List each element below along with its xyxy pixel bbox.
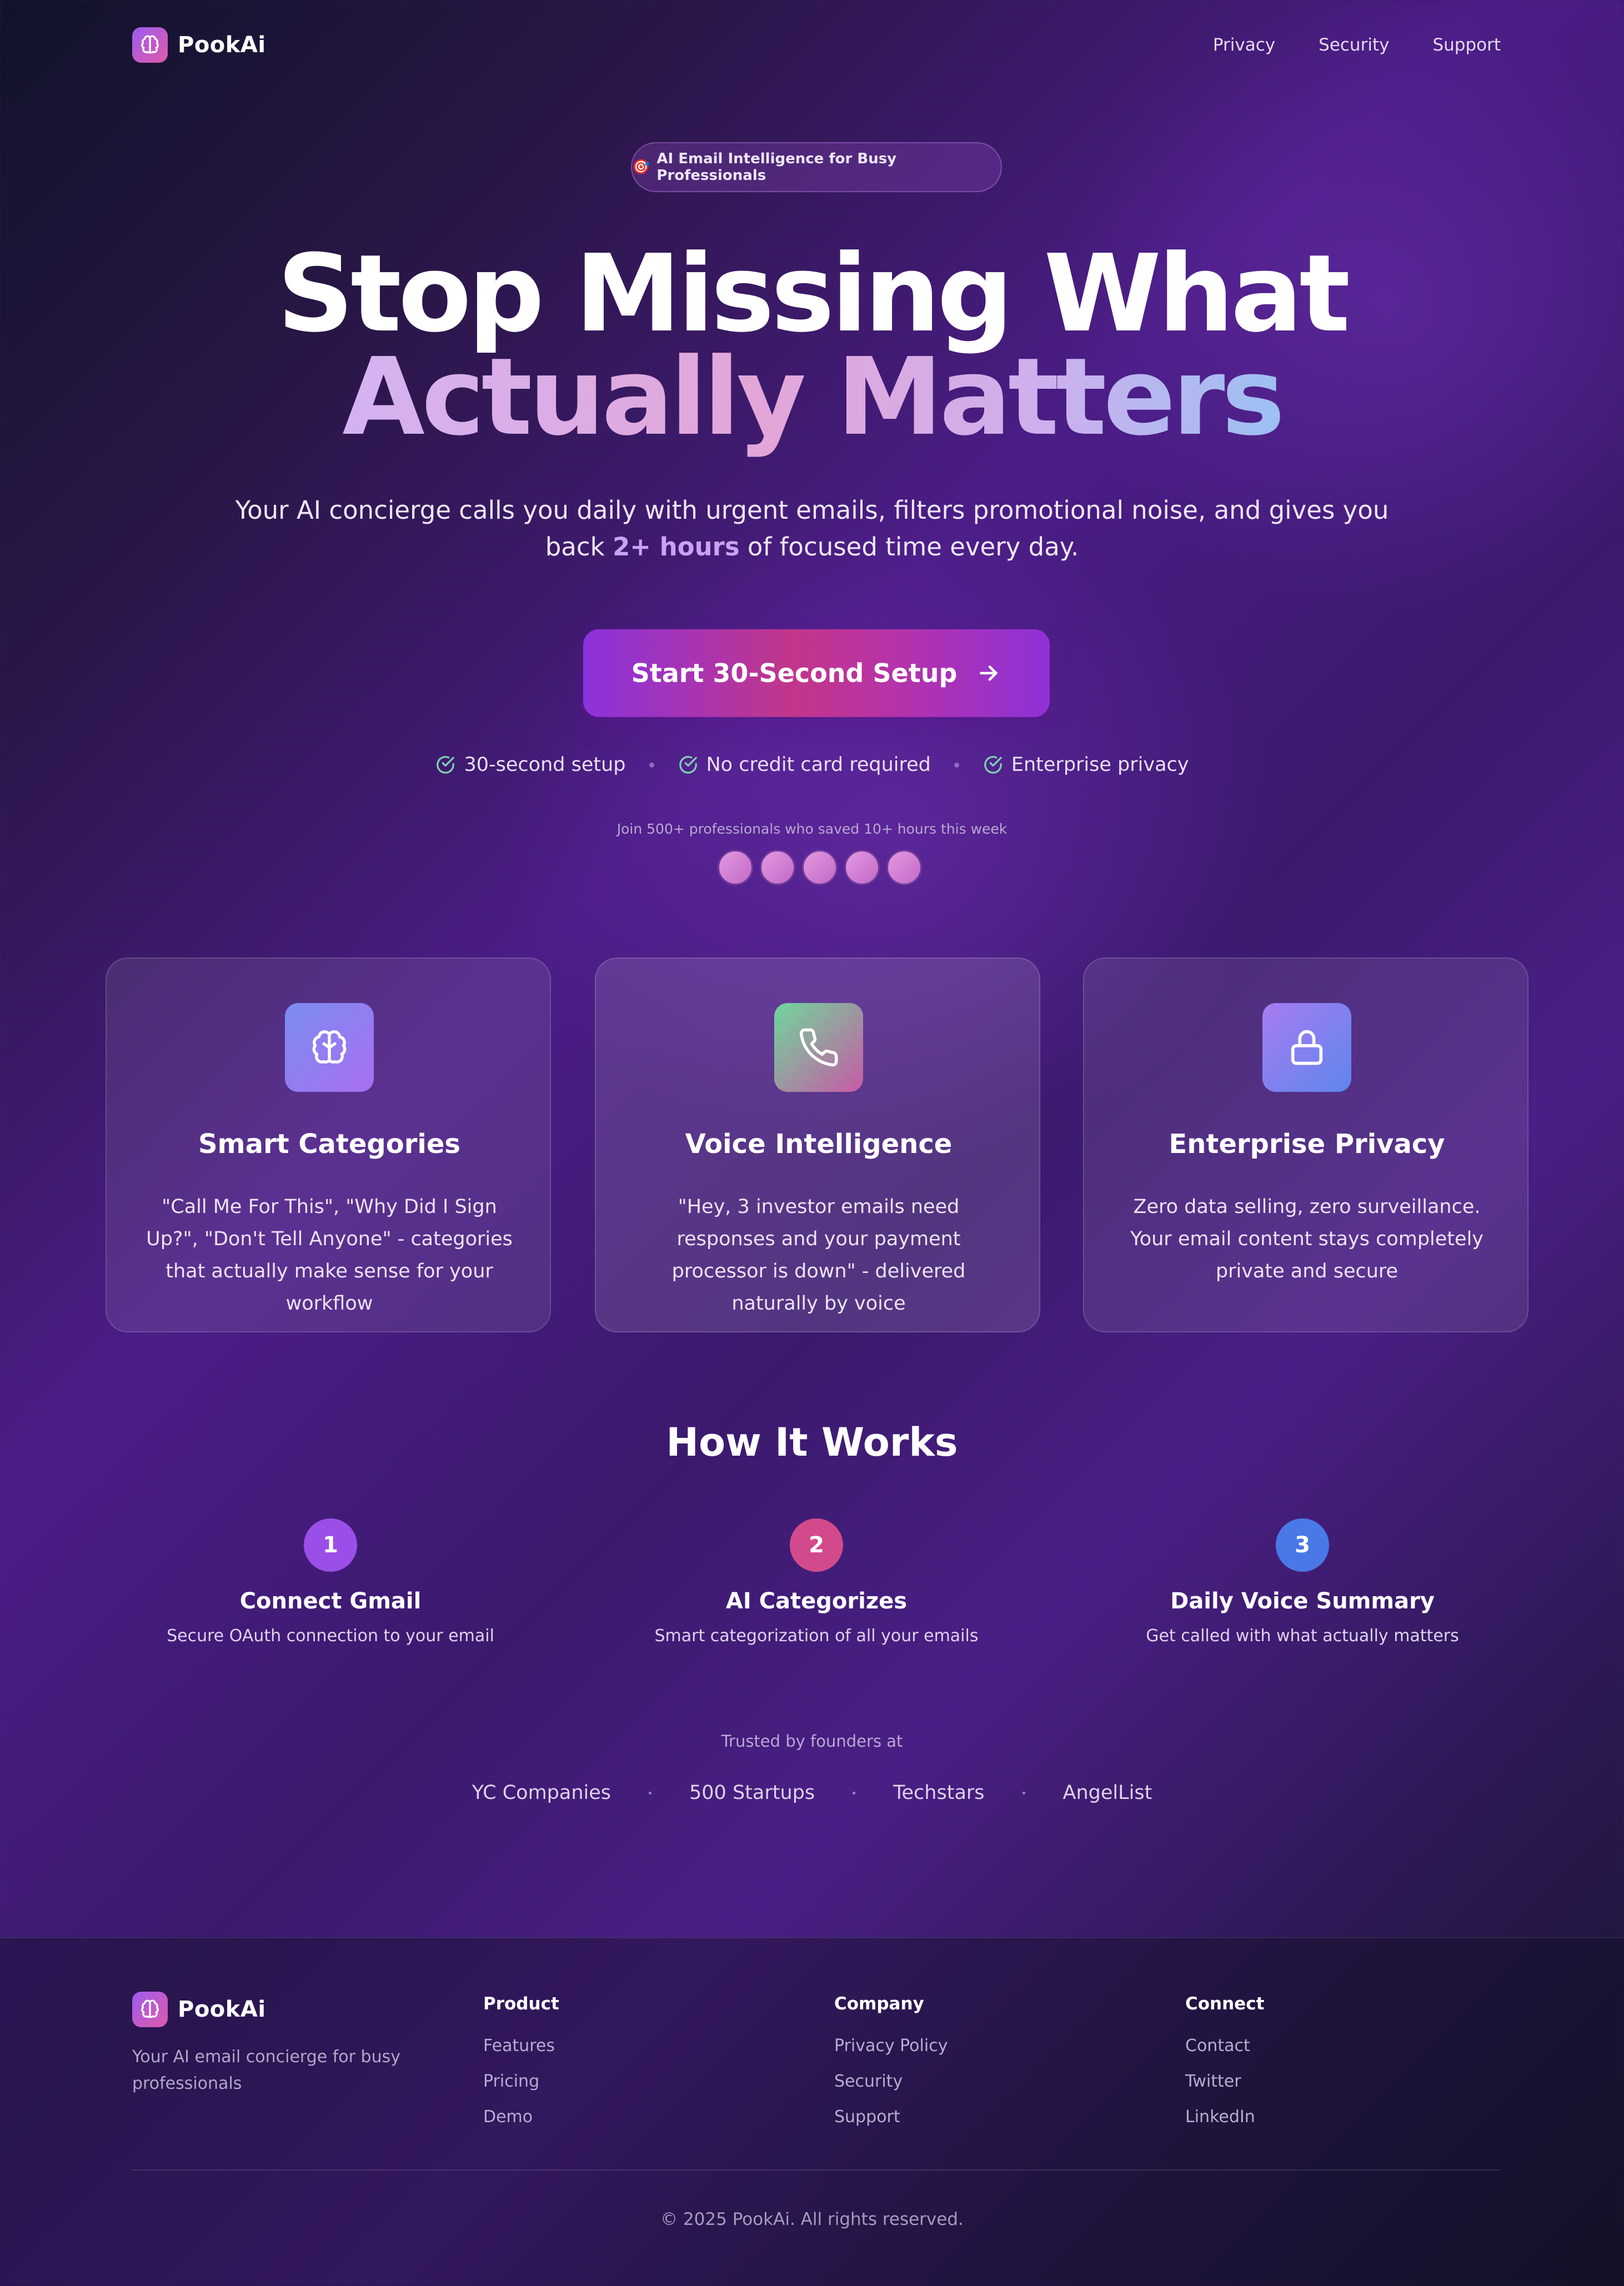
nav-links: Privacy Security Support	[1213, 35, 1501, 55]
avatar-stack	[718, 850, 922, 885]
footer-link-linkedin[interactable]: LinkedIn	[1185, 2099, 1264, 2135]
card-description: "Call Me For This", "Why Did I Sign Up?"…	[146, 1196, 513, 1315]
check-label: No credit card required	[706, 754, 931, 776]
feature-card-voice-intelligence: Voice Intelligence "Hey, 3 investor emai…	[595, 957, 1040, 1332]
lock-icon	[1262, 1003, 1351, 1092]
nav-link-security[interactable]: Security	[1319, 35, 1389, 55]
step-title: AI Categorizes	[725, 1588, 908, 1614]
copyright: © 2025 PookAi. All rights reserved.	[660, 2209, 964, 2229]
footer-link-features[interactable]: Features	[483, 2028, 559, 2064]
step-daily-voice-summary: 3 Daily Voice Summary Get called with wh…	[1080, 1518, 1525, 1646]
check-item: 30-second setup	[435, 754, 626, 776]
footer-link-demo[interactable]: Demo	[483, 2099, 559, 2135]
separator-dot	[954, 762, 959, 768]
step-ai-categorizes: 2 AI Categorizes Smart categorization of…	[594, 1518, 1039, 1646]
check-item: No credit card required	[678, 754, 931, 776]
footer-column-company: Company Privacy Policy Security Support	[834, 1994, 948, 2135]
check-circle-icon	[437, 756, 455, 774]
social-proof-text: Join 500+ professionals who saved 10+ ho…	[616, 821, 1008, 837]
step-title: Daily Voice Summary	[1170, 1588, 1435, 1614]
avatar	[844, 850, 880, 885]
hero-subtitle: Your AI concierge calls you daily with u…	[222, 492, 1402, 565]
avatar	[760, 850, 795, 885]
feature-card-enterprise-privacy: Enterprise Privacy Zero data selling, ze…	[1083, 957, 1528, 1332]
trusted-label: Trusted by founders at	[721, 1732, 903, 1751]
step-title: Connect Gmail	[239, 1588, 422, 1614]
hero-checks: 30-second setup No credit card required …	[0, 754, 1624, 776]
company-name: 500 Startups	[689, 1782, 815, 1804]
step-description: Secure OAuth connection to your email	[167, 1626, 494, 1646]
cta-label: Start 30-Second Setup	[631, 658, 958, 688]
start-setup-button[interactable]: Start 30-Second Setup	[583, 629, 1050, 717]
step-number: 3	[1276, 1518, 1329, 1572]
brand[interactable]: PookAi	[132, 27, 266, 63]
avatar	[802, 850, 838, 885]
footer-link-contact[interactable]: Contact	[1185, 2028, 1264, 2064]
footer-column-connect: Connect Contact Twitter LinkedIn	[1185, 1994, 1264, 2135]
step-description: Smart categorization of all your emails	[654, 1626, 979, 1646]
feature-card-smart-categories: Smart Categories "Call Me For This", "Wh…	[106, 957, 551, 1332]
footer-link-support[interactable]: Support	[834, 2099, 948, 2135]
footer-brand-name: PookAi	[178, 1997, 266, 2022]
check-item: Enterprise privacy	[983, 754, 1189, 776]
step-number: 1	[304, 1518, 357, 1572]
arrow-right-icon	[980, 665, 998, 681]
avatar	[718, 850, 753, 885]
separator-dot	[649, 1791, 652, 1794]
card-title: Enterprise Privacy	[1169, 1129, 1445, 1160]
footer: PookAi Your AI email concierge for busy …	[0, 1937, 1624, 2286]
brain-icon	[285, 1003, 374, 1092]
company-name: AngelList	[1062, 1782, 1152, 1804]
company-name: Techstars	[893, 1782, 985, 1804]
card-title: Voice Intelligence	[685, 1129, 953, 1160]
trusted-logos: YC Companies 500 Startups Techstars Ange…	[0, 1782, 1624, 1804]
subtitle-highlight: 2+ hours	[612, 532, 740, 562]
nav-link-support[interactable]: Support	[1432, 35, 1501, 55]
phone-icon	[774, 1003, 863, 1092]
separator-dot	[1022, 1791, 1025, 1794]
card-description: Zero data selling, zero surveillance. Yo…	[1130, 1196, 1483, 1282]
step-description: Get called with what actually matters	[1146, 1626, 1459, 1646]
brain-icon	[132, 1992, 168, 2027]
footer-heading: Connect	[1185, 1994, 1265, 2014]
avatar	[886, 850, 922, 885]
target-icon: 🎯	[632, 159, 650, 176]
footer-link-security[interactable]: Security	[834, 2064, 948, 2099]
hero-badge-text: AI Email Intelligence for Busy Professio…	[656, 151, 897, 184]
hero-title-gradient: Actually Matters	[342, 335, 1285, 459]
how-it-works-title: How It Works	[666, 1420, 958, 1465]
card-description: "Hey, 3 investor emails need responses a…	[671, 1196, 966, 1315]
separator-dot	[853, 1791, 856, 1794]
check-circle-icon	[984, 756, 1002, 774]
hero-badge: 🎯 AI Email Intelligence for Busy Profess…	[631, 142, 1002, 192]
footer-divider	[132, 2169, 1501, 2170]
footer-brand[interactable]: PookAi	[132, 1992, 266, 2027]
nav-link-privacy[interactable]: Privacy	[1213, 35, 1275, 55]
footer-link-pricing[interactable]: Pricing	[483, 2064, 559, 2099]
brand-name: PookAi	[178, 32, 266, 58]
subtitle-text-end: of focused time every day.	[739, 532, 1079, 562]
card-title: Smart Categories	[198, 1129, 460, 1160]
step-number: 2	[790, 1518, 843, 1572]
footer-link-privacy-policy[interactable]: Privacy Policy	[834, 2028, 948, 2064]
footer-tagline: Your AI email concierge for busy profess…	[132, 2047, 400, 2093]
footer-column-product: Product Features Pricing Demo	[483, 1994, 559, 2135]
footer-link-twitter[interactable]: Twitter	[1185, 2064, 1264, 2099]
check-circle-icon	[679, 756, 697, 774]
company-name: YC Companies	[472, 1782, 611, 1804]
brain-icon	[132, 27, 168, 63]
footer-heading: Company	[834, 1994, 924, 2014]
check-label: Enterprise privacy	[1011, 754, 1189, 776]
step-connect-gmail: 1 Connect Gmail Secure OAuth connection …	[108, 1518, 553, 1646]
top-nav: PookAi Privacy Security Support	[132, 26, 1501, 64]
footer-heading: Product	[483, 1994, 559, 2014]
check-label: 30-second setup	[464, 754, 626, 776]
hero-title-line2: Actually Matters	[0, 337, 1624, 459]
separator-dot	[649, 762, 654, 768]
